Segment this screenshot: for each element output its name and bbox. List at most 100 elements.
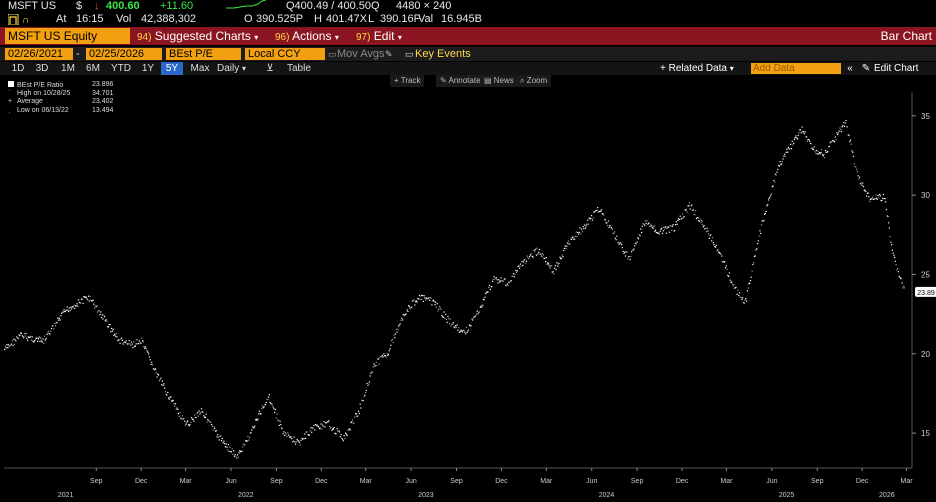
series-point [111,330,113,332]
series-point [882,197,884,199]
series-point [27,339,29,341]
series-point [532,256,534,258]
series-point [498,279,500,281]
series-point [150,363,152,365]
series-point [214,427,216,429]
series-point [359,403,361,405]
series-point [587,219,589,221]
series-point [446,321,448,323]
series-point [15,340,17,342]
series-point [88,300,90,302]
pe-ratio-chart[interactable]: 1520253035Sep Dec Mar Jun Sep Dec Mar Jun Sep Dec… [0,0,936,502]
series-point [597,207,599,209]
series-point [4,345,6,347]
series-point [895,264,897,266]
series-point [225,443,227,445]
series-point [110,331,112,333]
series-point [274,408,277,411]
series-point [315,423,317,426]
series-point [856,171,858,173]
series-point [158,380,160,382]
series-point [758,235,760,237]
series-point [526,255,528,257]
series-point [279,420,281,422]
series-point [131,343,133,345]
series-point [435,306,438,308]
series-point [74,307,76,309]
series-point [141,337,143,339]
series-point [345,433,347,435]
series-point [813,146,815,148]
series-point [561,254,563,256]
series-point [774,181,776,183]
series-point [760,224,763,226]
series-point [506,285,508,287]
series-point [872,196,874,198]
series-point [203,415,205,417]
series-point [218,439,220,441]
series-point [187,420,189,422]
series-point [732,285,734,287]
series-point [882,193,884,196]
series-point [178,415,180,417]
series-point [607,224,609,227]
series-point [671,229,673,231]
series-point [844,122,846,124]
series-point [608,226,610,228]
series-point [305,437,307,439]
series-point [452,322,454,324]
series-point [258,410,260,412]
series-point [224,443,226,445]
series-point [815,149,818,152]
series-point [220,435,222,437]
series-point [475,315,477,317]
series-point [253,427,255,429]
series-point [231,448,233,450]
series-point [207,419,210,421]
series-point [267,399,269,401]
series-point [392,341,394,343]
series-point [14,339,16,341]
series-point [848,134,850,136]
series-point [338,430,340,432]
series-point [13,338,15,340]
series-point [702,226,704,228]
series-point [665,226,667,228]
series-point [80,302,82,304]
series-point [393,334,395,336]
series-point [801,126,803,128]
series-point [344,438,346,440]
series-point [841,126,843,128]
series-point [674,224,677,226]
series-point [894,260,896,262]
series-point [140,342,142,344]
series-point [134,345,136,347]
series-point [640,228,642,230]
series-point [269,401,271,403]
series-point [898,275,900,277]
series-point [304,433,306,435]
series-point [23,337,25,339]
series-point [198,410,200,412]
series-point [481,306,483,308]
series-point [114,335,117,337]
series-point [557,265,559,267]
series-point [583,228,585,230]
x-tick-label: Sep [631,478,644,485]
series-point [504,278,506,280]
series-point [646,220,648,222]
series-point [678,218,680,221]
series-point [168,398,170,400]
series-point [447,316,449,318]
series-point [366,383,368,385]
series-point [621,244,623,246]
series-point [817,150,819,153]
series-point [635,243,637,245]
series-point [670,225,672,227]
series-point [129,343,131,345]
series-point [579,227,581,229]
series-pe-ratio [4,119,905,459]
series-point [30,335,32,337]
series-point [257,418,259,420]
series-point [434,304,436,306]
